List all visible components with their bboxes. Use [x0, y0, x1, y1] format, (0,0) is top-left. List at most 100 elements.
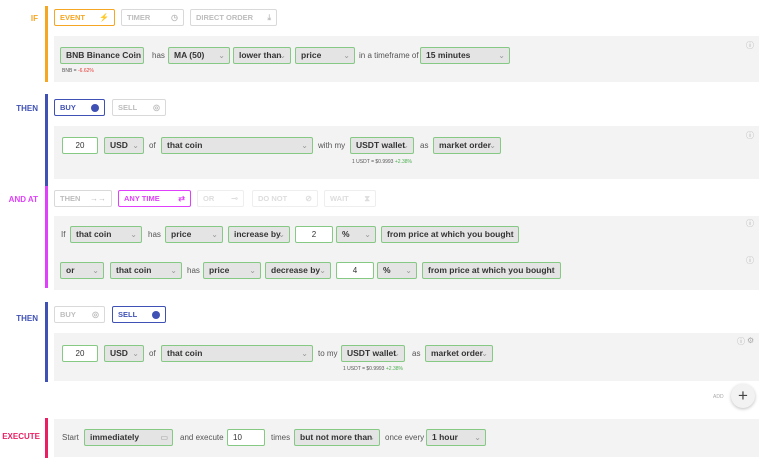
tab-do-not-label: DO NOT — [258, 194, 288, 203]
unit-select[interactable]: % ⌄ — [336, 226, 376, 243]
chevron-down-icon: ⌄ — [319, 266, 326, 275]
unit-select[interactable]: % ⌄ — [377, 262, 417, 279]
chevron-down-icon: ⌄ — [249, 266, 256, 275]
execute-section-label: EXECUTE — [2, 432, 40, 441]
tab-do-not[interactable]: DO NOT ⊘ — [252, 190, 318, 207]
tab-timer[interactable]: TIMER ◷ — [121, 9, 184, 26]
coin-select-value: that coin — [167, 348, 203, 358]
chevron-down-icon: ⌄ — [92, 266, 99, 275]
info-icon[interactable]: ⓘ — [746, 218, 754, 229]
execute-times-input[interactable]: 10 — [227, 429, 265, 446]
has-text: has — [152, 51, 165, 60]
wallet-rate-note: 1 USDT = $0.9993 +2.38% — [343, 366, 403, 372]
tab-any-time-label: ANY TIME — [124, 194, 160, 203]
chevron-down-icon: ⌄ — [170, 266, 177, 275]
target-select[interactable]: price ⌄ — [165, 226, 223, 243]
wallet-rate-value: +2.38% — [394, 159, 412, 165]
coin-select[interactable]: that coin ⌄ — [70, 226, 142, 243]
tab-then[interactable]: THEN →→ — [54, 190, 112, 207]
circle-arrow-icon: ◎ — [153, 103, 160, 112]
change-select-value: decrease by — [271, 265, 321, 275]
chevron-down-icon: ⌄ — [132, 141, 139, 150]
tab-buy[interactable]: BUY ◎ — [54, 306, 105, 323]
coin-select[interactable]: that coin ⌄ — [161, 345, 313, 362]
order-type-select-value: market order — [439, 140, 491, 150]
timeframe-text: in a timeframe of — [359, 51, 419, 60]
chevron-down-icon: ⌄ — [343, 51, 350, 60]
amount-input[interactable]: 20 — [62, 345, 98, 362]
download-icon: ⤓ — [267, 13, 271, 22]
wallet-select[interactable]: USDT wallet ⌄ — [350, 137, 414, 154]
chevron-down-icon: ⌄ — [368, 433, 375, 442]
wallet-select-value: USDT wallet — [356, 140, 406, 150]
of-text: of — [149, 141, 156, 150]
if-section-bar — [45, 6, 48, 82]
order-type-select[interactable]: market order ⌄ — [433, 137, 501, 154]
timeframe-select[interactable]: 15 minutes ⌄ — [420, 47, 510, 64]
tab-event-label: EVENT — [60, 13, 86, 22]
currency-select-value: USD — [110, 140, 128, 150]
target-select[interactable]: price ⌄ — [203, 262, 261, 279]
lightning-icon: ⚡ — [99, 13, 109, 22]
reference-select[interactable]: from price at which you bought ⌄ — [422, 262, 561, 279]
then-section-label: THEN — [16, 104, 38, 113]
change-select[interactable]: decrease by ⌄ — [265, 262, 331, 279]
connector-select-value: or — [66, 265, 75, 275]
tab-buy-label: BUY — [60, 103, 76, 112]
change-select[interactable]: increase by ⌄ — [228, 226, 290, 243]
chevron-down-icon: ⌄ — [218, 51, 225, 60]
chevron-down-icon: ⌄ — [132, 51, 139, 60]
chevron-down-icon: ⌄ — [474, 433, 481, 442]
coin-select[interactable]: that coin ⌄ — [161, 137, 313, 154]
tab-or[interactable]: OR ⊸ — [197, 190, 244, 207]
chevron-down-icon: ⌄ — [132, 349, 139, 358]
wallet-rate-value: +2.38% — [385, 366, 403, 372]
coin-select[interactable]: that coin ⌄ — [110, 262, 182, 279]
info-icon[interactable]: ⓘ — [737, 336, 745, 347]
info-icon[interactable]: ⓘ — [746, 255, 754, 266]
and-at-section-bar — [45, 186, 48, 288]
tab-event[interactable]: EVENT ⚡ — [54, 9, 115, 26]
settings-icon[interactable]: ⚙ — [747, 336, 754, 345]
currency-select[interactable]: USD ⌄ — [104, 345, 144, 362]
tab-any-time[interactable]: ANY TIME ⇄ — [118, 190, 191, 207]
limit-select-value: but not more than — [300, 432, 373, 442]
amount-input[interactable]: 20 — [62, 137, 98, 154]
then-section-bar — [45, 302, 48, 382]
unit-select-value: % — [383, 265, 391, 275]
tab-direct-order[interactable]: DIRECT ORDER ⤓ — [190, 9, 277, 26]
interval-select[interactable]: 1 hour ⌄ — [426, 429, 486, 446]
then-action-panel — [54, 333, 759, 381]
target-select[interactable]: price ⌄ — [295, 47, 355, 64]
with-my-text: with my — [318, 141, 346, 150]
order-type-select-value: market order — [431, 348, 483, 358]
if-text: If — [61, 230, 66, 239]
change-value-input[interactable]: 2 — [295, 226, 333, 243]
change-value-input[interactable]: 4 — [336, 262, 374, 279]
wallet-select[interactable]: USDT wallet ⌄ — [341, 345, 405, 362]
coin-select-value: that coin — [76, 229, 112, 239]
limit-select[interactable]: but not more than ⌄ — [294, 429, 380, 446]
start-select[interactable]: immediately ▭ — [84, 429, 173, 446]
reference-select[interactable]: from price at which you bought ⌄ — [381, 226, 519, 243]
comparison-select[interactable]: lower than ⌄ — [233, 47, 291, 64]
info-icon[interactable]: ⓘ — [746, 40, 754, 51]
coin-change-prefix: BNB = — [62, 68, 78, 74]
coin-select[interactable]: BNB Binance Coin ⌄ — [60, 47, 144, 64]
connector-select[interactable]: or ⌄ — [60, 262, 104, 279]
tab-or-label: OR — [203, 194, 215, 203]
tab-wait[interactable]: WAIT ⧗ — [324, 190, 376, 207]
add-button[interactable]: + — [731, 384, 755, 408]
tab-sell[interactable]: SELL — [112, 306, 166, 323]
tab-buy[interactable]: BUY — [54, 99, 105, 116]
tab-sell[interactable]: SELL ◎ — [112, 99, 166, 116]
chevron-down-icon: ⌄ — [549, 266, 556, 275]
start-select-value: immediately — [90, 432, 140, 442]
block-icon: ⊘ — [305, 194, 312, 203]
indicator-select[interactable]: MA (50) ⌄ — [168, 47, 230, 64]
currency-select[interactable]: USD ⌄ — [104, 137, 144, 154]
info-icon[interactable]: ⓘ — [746, 130, 754, 141]
coin-change-value: -6.62% — [77, 68, 94, 74]
chevron-down-icon: ⌄ — [498, 51, 505, 60]
order-type-select[interactable]: market order ⌄ — [425, 345, 493, 362]
